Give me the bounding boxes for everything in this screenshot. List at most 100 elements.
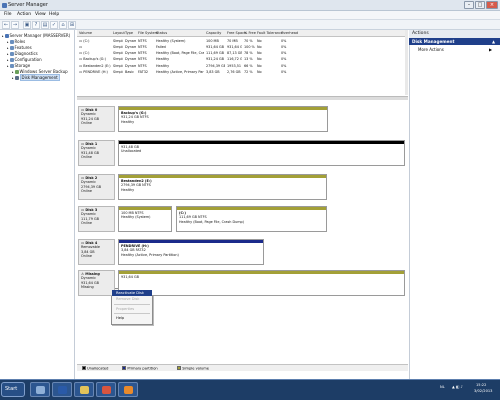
partition[interactable]: PENDRIVE (H:) 3,84 GB FAT32 Healthy (Activ… — [118, 239, 264, 265]
forward-button[interactable]: → — [11, 21, 19, 29]
taskbar-app-chrome[interactable] — [96, 382, 116, 397]
table-cell: Healthy (Boot, Page File, Crash Dump) — [156, 51, 204, 56]
partition[interactable]: Backup's (G:) 931,24 GB NTFS Healthy — [118, 106, 328, 132]
tree-item-label: Server Manager (MASSERVER) — [9, 33, 71, 38]
table-row[interactable]: ▭ Backup's (G:) SimpleDynamicNTFS Healthy 9… — [77, 57, 405, 63]
table-cell: Simple — [113, 63, 123, 68]
disk-label[interactable]: ▭ Disk 4 Removable 3,84 GB Online — [78, 239, 115, 265]
legend-label: Simple volume — [182, 366, 209, 371]
menu-file[interactable]: File — [2, 12, 14, 17]
menu-view[interactable]: View — [33, 12, 48, 17]
context-menu-item[interactable]: Help — [112, 315, 152, 321]
partition[interactable]: 931,64 GB — [118, 270, 405, 296]
disk-label[interactable]: ⚠ Missing Dynamic 931,64 GB Missing — [78, 270, 115, 296]
minimize-button[interactable]: – — [464, 1, 474, 9]
menu-action[interactable]: Action — [15, 12, 33, 17]
table-cell: ▭ — [79, 44, 83, 49]
expand-icon[interactable]: ▸ — [7, 58, 9, 62]
table-row[interactable]: ▭ (C:) SimpleDynamicNTFS Healthy (Boot, Pa… — [77, 51, 405, 57]
partition[interactable]: 100 MB NTFS Healthy (System) — [118, 206, 172, 232]
legend-label: Primary partition — [127, 366, 158, 371]
table-row[interactable]: ▭ PENDRIVE (H:) SimpleBasic FAT32 Healthy (… — [77, 70, 405, 76]
expand-icon[interactable]: ▸ — [2, 34, 4, 38]
column-header[interactable]: Fault Tolerance — [257, 31, 283, 35]
list-view-button[interactable]: ▤ — [41, 21, 49, 29]
disk-label[interactable]: ▭ Disk 1 Dynamic 931,48 GB Online — [78, 140, 115, 166]
table-cell: 931,64 GB — [227, 44, 242, 49]
home-button[interactable]: ⌂ — [59, 21, 67, 29]
disk-label[interactable]: ▭ Disk 3 Dynamic 111,79 GB Online — [78, 206, 115, 232]
disk-name: ▭ Disk 3 — [81, 208, 98, 212]
table-row[interactable]: ▭ (C:) SimpleDynamicNTFS Healthy (System) 1… — [77, 38, 405, 44]
column-header[interactable]: % Free — [244, 31, 256, 35]
menu-help[interactable]: Help — [47, 12, 61, 17]
disk-name: ▭ Disk 1 — [81, 142, 98, 146]
help-button[interactable]: ? — [32, 21, 40, 29]
disk-size: 931,24 GB — [81, 116, 99, 121]
table-cell: 0% — [281, 44, 287, 49]
collapse-icon[interactable]: ▲ — [492, 39, 495, 44]
title-bar — [0, 0, 500, 11]
expand-icon[interactable]: ▸ — [7, 52, 9, 56]
volume-list-scrollbar[interactable] — [405, 30, 408, 95]
powershell-icon — [58, 386, 67, 394]
partition-color-bar — [119, 271, 404, 274]
context-menu-item[interactable]: Reactivate Disk — [112, 290, 152, 296]
table-cell: ▭ (C:) — [79, 38, 90, 43]
maximize-button[interactable]: □ — [475, 1, 485, 9]
expand-icon[interactable]: ▸ — [7, 40, 9, 44]
expand-icon[interactable]: ▸ — [7, 64, 9, 68]
table-cell: Basic — [125, 70, 134, 74]
check-button[interactable]: ✓ — [50, 21, 58, 29]
partition-text: (C:) 111,69 GB NTFS Healthy (Boot, Page Fi… — [179, 211, 324, 224]
expand-icon[interactable]: ▸ — [12, 70, 14, 74]
table-row[interactable]: ▭ Bestanden2 (E:)SimpleDynamicNTFS Health… — [77, 63, 405, 69]
clock-time[interactable]: 15:22 — [476, 383, 486, 387]
column-header[interactable]: Capacity — [206, 31, 221, 35]
taskbar-app-powershell[interactable] — [52, 382, 72, 397]
chrome-icon — [102, 386, 111, 394]
column-header[interactable]: Type — [125, 31, 133, 35]
table-cell: 2,76 GB — [227, 70, 241, 74]
clock-date[interactable]: 3/02/2013 — [474, 389, 492, 393]
taskbar-app-server-manager[interactable] — [30, 382, 50, 397]
column-header[interactable]: Status — [156, 31, 167, 35]
node-icon — [4, 34, 9, 38]
taskbar-app-explorer[interactable] — [74, 382, 94, 397]
node-icon — [9, 58, 14, 62]
expand-icon[interactable]: ▸ — [12, 76, 14, 80]
taskbar-app-firefox[interactable] — [118, 382, 138, 397]
start-button[interactable]: Start — [1, 382, 25, 397]
tree-item[interactable]: ▸ Disk Management — [12, 74, 60, 81]
server-manager-icon — [36, 386, 45, 394]
table-cell: Dynamic — [125, 38, 136, 43]
partition-color-bar — [119, 107, 327, 110]
table-cell: NTFS — [138, 44, 147, 49]
more-actions-link[interactable]: More Actions — [418, 47, 444, 52]
table-cell: 13 % — [244, 57, 253, 62]
table-cell: 70 MB — [227, 38, 238, 43]
table-row[interactable]: ▭ SimpleDynamicNTFS Failed 931,64 GB931,64… — [77, 44, 405, 50]
app-icon — [2, 3, 7, 8]
close-button[interactable]: × — [486, 1, 498, 9]
column-header[interactable]: Volume — [79, 31, 92, 35]
disk-name: ▭ Disk 2 — [81, 176, 98, 180]
grid-view-button[interactable]: ⊞ — [68, 21, 76, 29]
language-indicator[interactable]: NL — [440, 385, 445, 389]
actions-section-disk-management[interactable]: Disk Management — [409, 38, 500, 45]
partition[interactable]: (C:) 111,69 GB NTFS Healthy (Boot, Page Fi… — [176, 206, 327, 232]
column-header[interactable]: Layout — [113, 31, 125, 35]
column-header[interactable]: Overhead — [281, 31, 298, 35]
disk-type: Dynamic — [81, 276, 96, 281]
menu-separator — [114, 312, 150, 314]
disk-label[interactable]: ▭ Disk 2 Dynamic 2794,39 GB Online — [78, 174, 115, 200]
context-menu-item: Properties — [116, 306, 135, 311]
partition[interactable]: 931,48 GB Unallocated — [118, 140, 405, 166]
table-cell: FAT32 — [138, 70, 149, 74]
expand-icon[interactable]: ▸ — [7, 46, 9, 50]
disk-label[interactable]: ▭ Disk 0 Dynamic 931,24 GB Online — [78, 106, 115, 132]
partition[interactable]: Bestanden2 (E:) 2794,39 GB NTFS Healthy — [118, 174, 327, 200]
tray-icons[interactable]: ▲ ◧ ♪ — [452, 385, 463, 389]
show-hide-tree-button[interactable]: ▣ — [23, 21, 31, 29]
back-button[interactable]: ← — [2, 21, 10, 29]
